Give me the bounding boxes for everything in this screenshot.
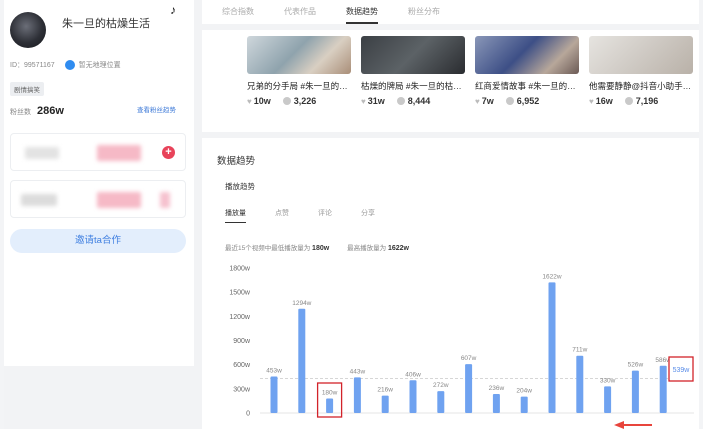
work-comments: 3,226 bbox=[293, 96, 317, 106]
blurred-text bbox=[25, 147, 59, 159]
y-tick-label: 900w bbox=[233, 338, 251, 345]
bar-value-label: 236w bbox=[489, 385, 505, 392]
work-thumbnail[interactable] bbox=[589, 36, 693, 74]
comment-icon bbox=[396, 97, 405, 105]
work-likes: 7w bbox=[481, 96, 494, 106]
plus-icon[interactable]: + bbox=[162, 146, 175, 159]
chart-bar bbox=[492, 393, 500, 413]
y-tick-label: 1800w bbox=[229, 266, 251, 273]
y-tick-label: 1200w bbox=[229, 314, 251, 321]
chart-bar bbox=[381, 395, 389, 413]
work-thumbnail[interactable] bbox=[475, 36, 579, 74]
work-stats: ♥ 16w 7,196 bbox=[589, 96, 658, 106]
location-icon bbox=[64, 60, 75, 70]
bar-value-label: 204w bbox=[516, 388, 532, 395]
chart-bar bbox=[659, 365, 667, 413]
bar-value-label: 526w bbox=[628, 362, 644, 369]
comment-icon bbox=[282, 97, 291, 105]
bar-value-label: 1622w bbox=[542, 273, 561, 280]
tab-overall-index[interactable]: 综合指数 bbox=[222, 0, 254, 24]
y-tick-label: 600w bbox=[233, 362, 251, 369]
bar-value-label: 406w bbox=[405, 371, 421, 378]
chart-bar bbox=[353, 377, 361, 413]
blurred-text bbox=[160, 192, 170, 208]
blurred-text bbox=[97, 145, 141, 161]
work-likes: 31w bbox=[367, 96, 385, 106]
heart-icon: ♥ bbox=[361, 97, 366, 106]
chart-bar bbox=[437, 391, 445, 413]
works-row: 兄弟的分手局 #朱一旦的… ♥ 10w 3,226 枯燥的牌局 #朱一旦的枯… ♥… bbox=[202, 30, 699, 132]
work-comments: 8,444 bbox=[407, 96, 431, 106]
work-stats: ♥ 7w 6,952 bbox=[475, 96, 539, 106]
work-likes: 10w bbox=[253, 96, 271, 106]
chart-bar bbox=[465, 364, 473, 413]
contact-card[interactable]: + bbox=[10, 133, 186, 171]
tab-fan-distribution[interactable]: 粉丝分布 bbox=[408, 0, 440, 24]
profile-id-row: ID：99571167 暂无地理位置 bbox=[10, 60, 121, 70]
work-thumbnail[interactable] bbox=[247, 36, 351, 74]
chart-bar bbox=[298, 308, 306, 413]
chart-bar bbox=[270, 376, 278, 413]
fans-label: 粉丝数 bbox=[10, 109, 31, 116]
play-trend-chart: 0 300w 600w 900w 1200w 1500w 1800w 453w 1294w 180… bbox=[229, 266, 694, 418]
bar-value-label: 216w bbox=[377, 387, 393, 394]
comment-icon bbox=[505, 97, 514, 105]
chart-bar bbox=[409, 380, 417, 413]
chart-bar bbox=[576, 355, 584, 413]
profile-panel: 朱一旦的枯燥生活 ♪ ID：99571167 暂无地理位置 剧情搞笑 粉丝数 2… bbox=[4, 0, 194, 366]
profile-name: 朱一旦的枯燥生活 bbox=[62, 18, 150, 30]
category-tag: 剧情搞笑 bbox=[10, 82, 44, 96]
profile-id: ID：99571167 bbox=[10, 62, 55, 69]
app-frame: 朱一旦的枯燥生活 ♪ ID：99571167 暂无地理位置 剧情搞笑 粉丝数 2… bbox=[4, 0, 699, 429]
chart-bar bbox=[604, 386, 612, 413]
avatar[interactable] bbox=[10, 12, 46, 48]
tiktok-icon: ♪ bbox=[170, 3, 176, 17]
bar-value-label: 330w bbox=[600, 377, 616, 384]
chart-bar bbox=[631, 370, 639, 413]
bar-value-label: 607w bbox=[461, 355, 477, 362]
trailing-value-label: 539w bbox=[673, 367, 691, 374]
fans-value: 286w bbox=[37, 105, 64, 117]
work-likes: 16w bbox=[595, 96, 613, 106]
work-stats: ♥ 31w 8,444 bbox=[361, 96, 430, 106]
contact-card[interactable] bbox=[10, 180, 186, 218]
chart-bar bbox=[326, 398, 334, 413]
fans-trend-link[interactable]: 查看粉丝趋势 bbox=[137, 104, 176, 114]
bar-value-label: 1294w bbox=[292, 300, 311, 307]
red-arrow-icon bbox=[614, 421, 652, 429]
bar-value-label: 180w bbox=[322, 390, 338, 397]
work-title: 他需要静静@抖音小助手… bbox=[589, 81, 692, 91]
chart-bar bbox=[548, 282, 556, 413]
heart-icon: ♥ bbox=[589, 97, 594, 106]
work-thumbnail[interactable] bbox=[361, 36, 465, 74]
bar-value-label: 453w bbox=[266, 368, 282, 375]
profile-location: 暂无地理位置 bbox=[78, 62, 121, 69]
blurred-text bbox=[97, 192, 141, 208]
y-tick-label: 300w bbox=[233, 386, 251, 393]
bar-value-label: 443w bbox=[350, 368, 366, 375]
y-tick-label: 1500w bbox=[229, 290, 251, 297]
y-tick-label: 0 bbox=[246, 411, 250, 418]
work-comments: 6,952 bbox=[516, 96, 540, 106]
work-title: 兄弟的分手局 #朱一旦的… bbox=[247, 81, 348, 91]
comment-icon bbox=[624, 97, 633, 105]
work-title: 红商爱情故事 #朱一旦的… bbox=[475, 81, 576, 91]
heart-icon: ♥ bbox=[247, 97, 252, 106]
work-comments: 7,196 bbox=[635, 96, 659, 106]
bar-value-label: 272w bbox=[433, 382, 449, 389]
fans-row: 粉丝数 286w bbox=[10, 105, 64, 117]
tab-data-trend[interactable]: 数据趋势 bbox=[346, 0, 378, 24]
work-title: 枯燥的牌局 #朱一旦的枯… bbox=[361, 81, 462, 91]
heart-icon: ♥ bbox=[475, 97, 480, 106]
blurred-text bbox=[21, 194, 57, 206]
work-stats: ♥ 10w 3,226 bbox=[247, 96, 316, 106]
invite-button[interactable]: 邀请ta合作 bbox=[10, 229, 186, 253]
tab-representative-works[interactable]: 代表作品 bbox=[284, 0, 316, 24]
top-tabs: 综合指数 代表作品 数据趋势 粉丝分布 bbox=[202, 0, 699, 24]
chart-bar bbox=[520, 396, 528, 413]
bar-value-label: 711w bbox=[572, 347, 587, 354]
data-trend-panel: 数据趋势 播放趋势 播放量 点赞 评论 分享 最近15个视频中最低播放量为 18… bbox=[202, 138, 699, 429]
